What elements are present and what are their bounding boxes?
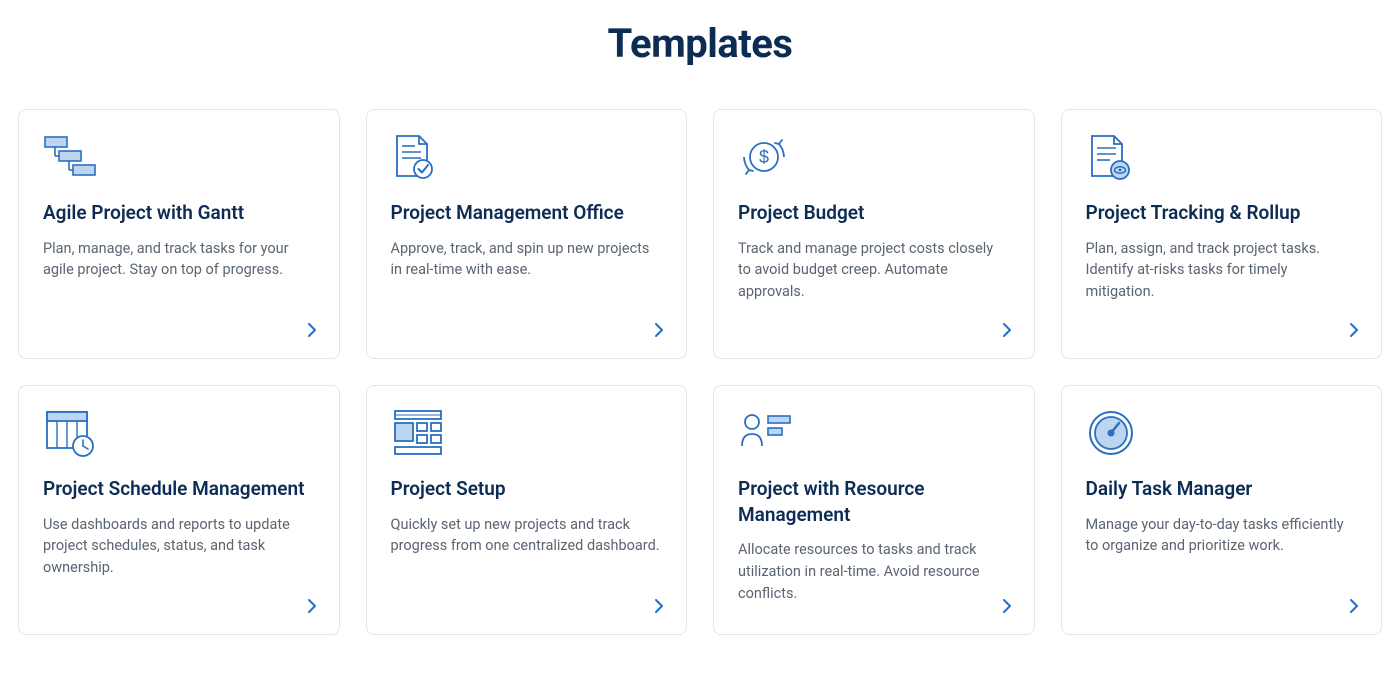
template-card[interactable]: Project Schedule Management Use dashboar… xyxy=(18,385,340,635)
card-title: Project Tracking & Rollup xyxy=(1086,200,1358,226)
card-description: Plan, manage, and track tasks for your a… xyxy=(43,238,315,338)
card-description: Quickly set up new projects and track pr… xyxy=(391,514,663,614)
card-description: Track and manage project costs closely t… xyxy=(738,238,1010,338)
page-title: Templates xyxy=(18,20,1382,67)
chevron-right-icon xyxy=(307,322,317,338)
template-grid: Agile Project with Gantt Plan, manage, a… xyxy=(18,109,1382,635)
chevron-right-icon xyxy=(1349,322,1359,338)
card-description: Allocate resources to tasks and track ut… xyxy=(738,539,1010,614)
card-title: Project with Resource Management xyxy=(738,476,1010,527)
card-title: Project Setup xyxy=(391,476,663,502)
card-title: Project Budget xyxy=(738,200,1010,226)
document-check-icon xyxy=(391,132,663,182)
template-card[interactable]: Project Management Office Approve, track… xyxy=(366,109,688,359)
template-card[interactable]: Project Tracking & Rollup Plan, assign, … xyxy=(1061,109,1383,359)
template-card[interactable]: Project Setup Quickly set up new project… xyxy=(366,385,688,635)
card-title: Daily Task Manager xyxy=(1086,476,1358,502)
chevron-right-icon xyxy=(1002,598,1012,614)
calendar-clock-icon xyxy=(43,408,315,458)
template-card[interactable]: Daily Task Manager Manage your day-to-da… xyxy=(1061,385,1383,635)
chevron-right-icon xyxy=(1349,598,1359,614)
card-description: Plan, assign, and track project tasks. I… xyxy=(1086,238,1358,338)
template-card[interactable]: Project with Resource Management Allocat… xyxy=(713,385,1035,635)
chevron-right-icon xyxy=(307,598,317,614)
chevron-right-icon xyxy=(654,598,664,614)
layout-icon xyxy=(391,408,663,458)
card-description: Approve, track, and spin up new projects… xyxy=(391,238,663,338)
gauge-icon xyxy=(1086,408,1358,458)
card-title: Agile Project with Gantt xyxy=(43,200,315,226)
chevron-right-icon xyxy=(1002,322,1012,338)
card-description: Use dashboards and reports to update pro… xyxy=(43,514,315,614)
gantt-icon xyxy=(43,132,315,182)
template-card[interactable]: $ Project Budget Track and manage projec… xyxy=(713,109,1035,359)
document-eye-icon xyxy=(1086,132,1358,182)
chevron-right-icon xyxy=(654,322,664,338)
card-title: Project Schedule Management xyxy=(43,476,315,502)
budget-icon: $ xyxy=(738,132,1010,182)
svg-text:$: $ xyxy=(759,147,769,167)
person-resource-icon xyxy=(738,408,1010,458)
card-description: Manage your day-to-day tasks efficiently… xyxy=(1086,514,1358,614)
template-card[interactable]: Agile Project with Gantt Plan, manage, a… xyxy=(18,109,340,359)
card-title: Project Management Office xyxy=(391,200,663,226)
